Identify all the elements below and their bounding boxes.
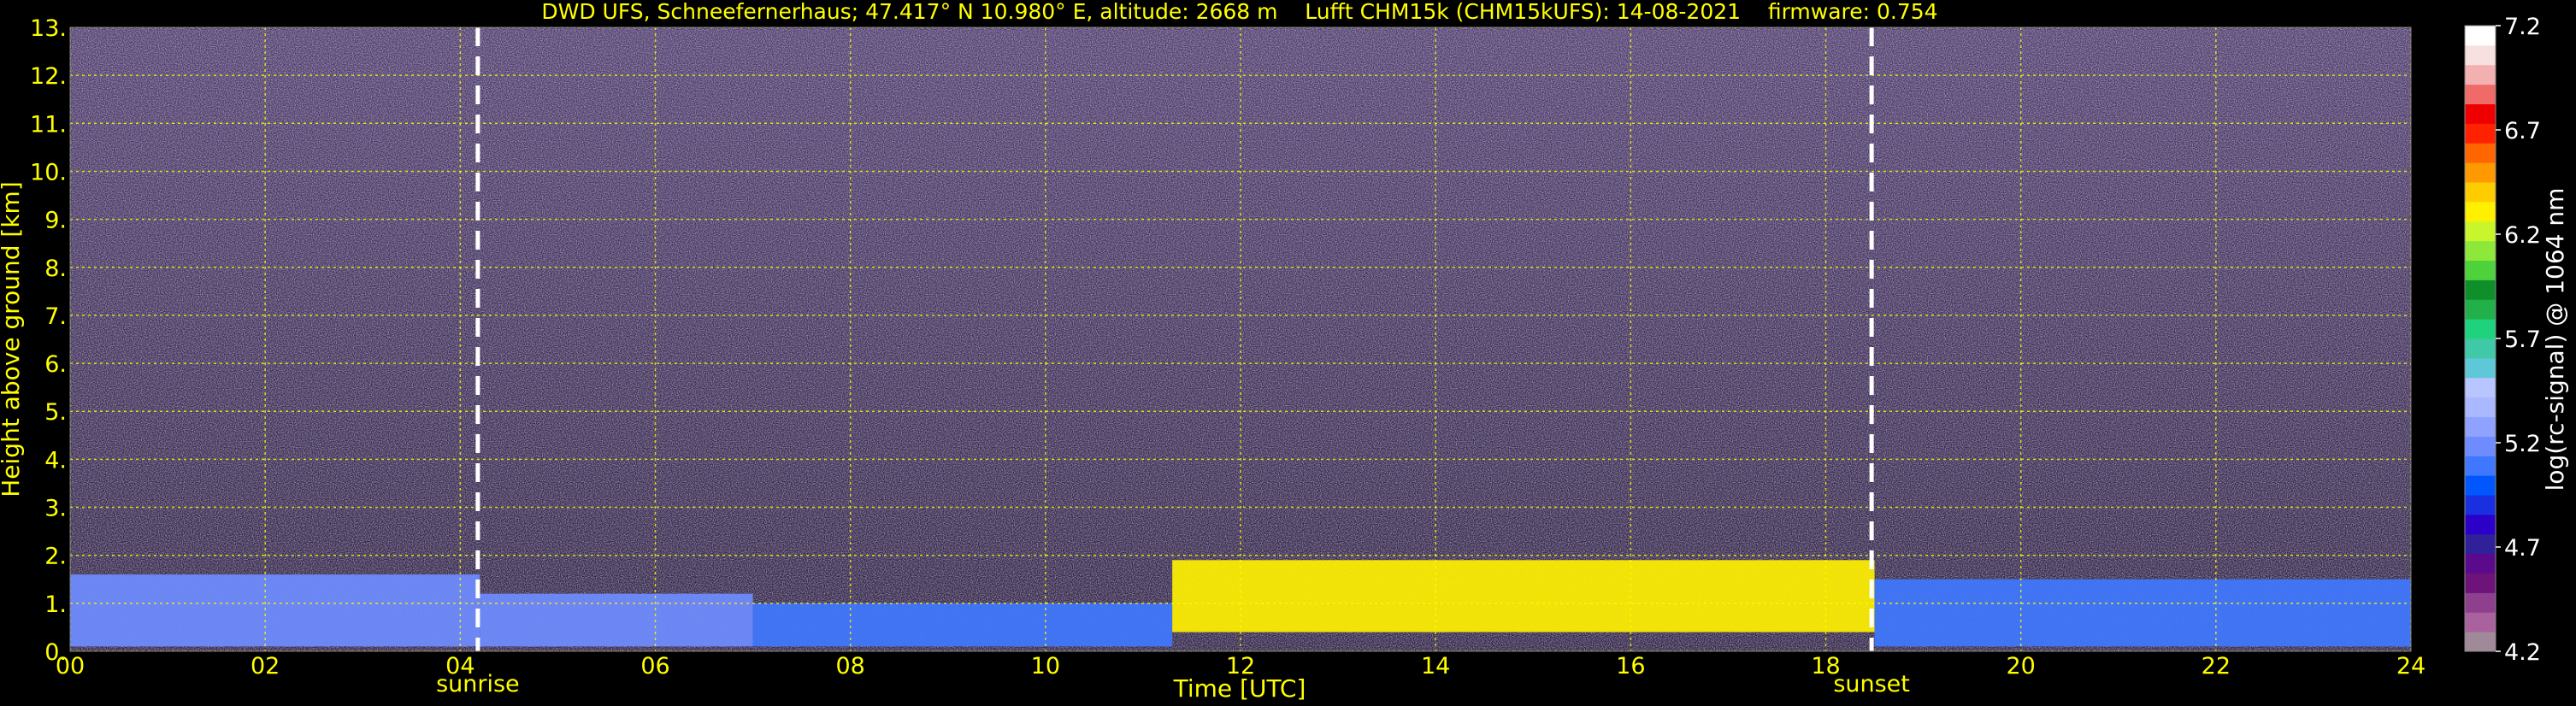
colorbar-segment [2465,573,2496,593]
colorbar-segment [2465,103,2496,124]
colorbar-label: log(rc-signal) @ 1064 nm [2541,188,2569,491]
colorbar-segment [2465,495,2496,515]
colorbar-segment [2465,123,2496,144]
x-tick-label: 06 [640,653,669,680]
y-tick-label: 8. [44,256,67,282]
colorbar-segment [2465,456,2496,476]
signal-layer-boundary-layer [70,574,480,647]
x-axis-label: Time [UTC] [1173,674,1306,703]
colorbar-segment [2465,26,2496,46]
x-tick-label: 08 [835,653,864,680]
colorbar-segment [2465,338,2496,359]
y-tick-labels: 0. 1. 2. 3. 4. 5. 6. 7. 8. 9. 10. 11. 12. 13. [30,15,67,666]
colorbar-segment [2465,143,2496,163]
y-tick-label: 11. [30,111,67,138]
y-tick-label: 5. [44,399,67,426]
colorbar-segment [2465,592,2496,613]
colorbar-segment [2465,182,2496,203]
colorbar-tick-label: 6.2 [2504,222,2541,249]
colorbar-segment [2465,377,2496,398]
y-tick-label: 2. [44,544,67,570]
colorbar-segment [2465,260,2496,280]
colorbar-segment [2465,201,2496,222]
colorbar-segment [2465,84,2496,104]
colorbar-segment [2465,319,2496,339]
y-tick-label: 4. [44,447,67,474]
colorbar-segment [2465,612,2496,632]
y-tick-label: 0. [44,639,67,666]
y-tick-label: 10. [30,159,67,185]
y-tick-label: 12. [30,63,67,90]
x-tick-label: 22 [2202,653,2231,680]
colorbar-segment [2465,44,2496,66]
x-tick-label: 20 [2006,653,2035,680]
colorbar-segment [2465,533,2496,555]
colorbar-segment [2465,436,2496,456]
colorbar-tick-label: 5.2 [2504,431,2541,457]
signal-layer-boundary-layer [752,603,1173,647]
y-tick-label: 7. [44,303,67,330]
signal-layer-boundary-layer [480,593,753,647]
y-tick-label: 1. [44,591,67,618]
colorbar-segment [2465,553,2496,574]
colorbar-segment [2465,279,2496,300]
colorbar-segment [2465,632,2496,652]
colorbar-tick-label: 6.7 [2504,118,2541,144]
y-axis-label: Height above ground [km] [0,181,25,497]
colorbar-segment [2465,416,2496,437]
y-tick-label: 9. [44,208,67,234]
signal-layer-boundary-layer [1874,579,2411,647]
y-tick-label: 13. [30,15,67,42]
colorbar-tick-label: 4.2 [2504,639,2541,666]
y-tick-label: 3. [44,496,67,522]
colorbar-segment [2465,240,2496,261]
colorbar-segment [2465,299,2496,320]
colorbar-segment [2465,221,2496,242]
ceilometer-chart: DWD UFS, Schneefernerhaus; 47.417° N 10.… [0,0,2569,703]
signal-layer-cloud-layer [1172,560,1875,632]
plot-area [70,27,2411,651]
colorbar-segment [2465,514,2496,535]
sunrise-label: sunrise [436,671,520,697]
x-tick-label: 14 [1421,653,1450,680]
x-tick-label: 02 [251,653,280,680]
colorbar-tick-label: 5.7 [2504,327,2541,353]
sunset-label: sunset [1833,671,1910,697]
colorbar-segment [2465,162,2496,183]
colorbar-tick-label: 4.7 [2504,535,2541,562]
x-tick-label: 24 [2396,653,2426,680]
x-tick-label: 16 [1616,653,1645,680]
colorbar-segment [2465,475,2496,496]
chart-title: DWD UFS, Schneefernerhaus; 47.417° N 10.… [541,0,1937,24]
colorbar-tick-label: 7.2 [2504,14,2541,40]
y-tick-label: 6. [44,351,67,378]
colorbar: 4.2 4.7 5.2 5.7 6.2 6.7 7.2 [2464,14,2541,666]
x-tick-label: 10 [1031,653,1060,680]
colorbar-segment [2465,397,2496,417]
colorbar-segment [2465,357,2496,379]
colorbar-segment [2465,64,2496,85]
